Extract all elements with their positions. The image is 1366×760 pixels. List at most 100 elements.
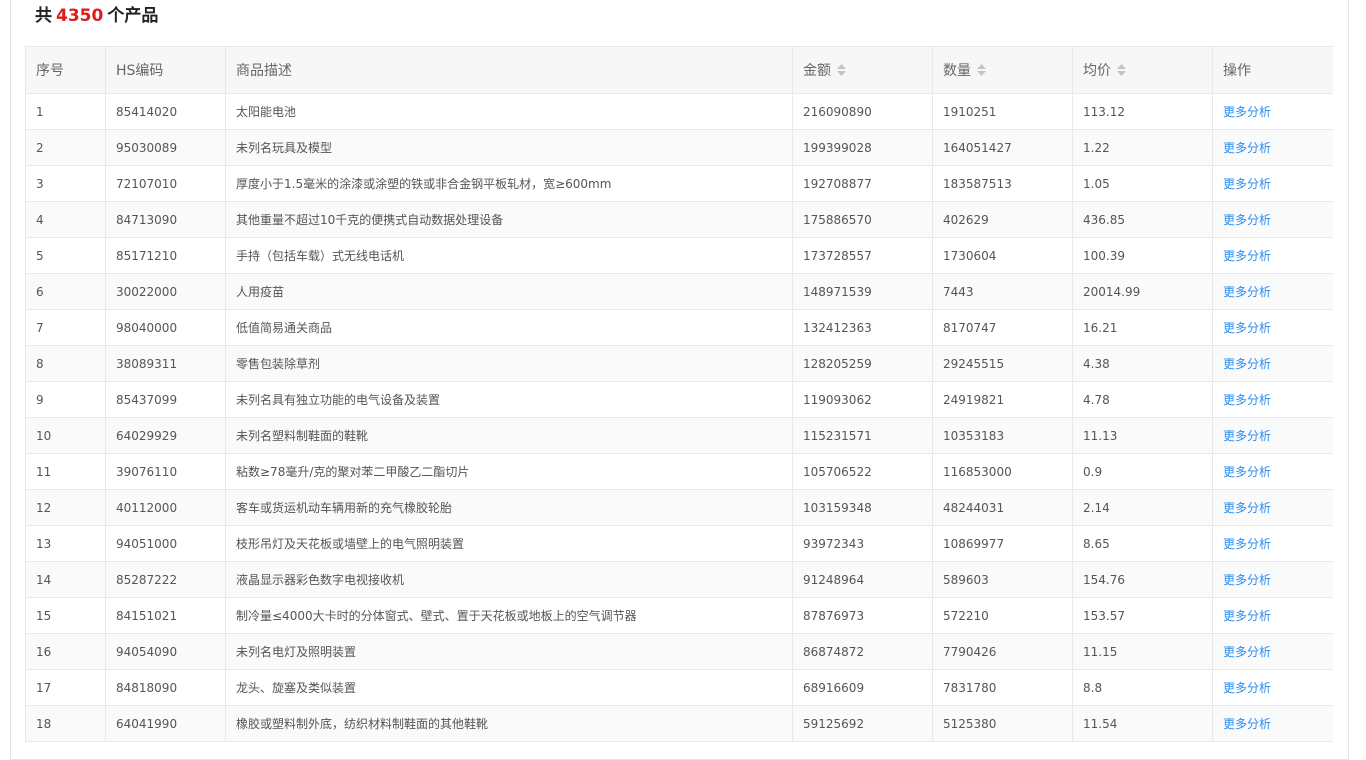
cell-index: 8 [25,345,106,382]
cell-amount: 173728557 [792,237,933,274]
cell-amount-text: 86874872 [803,644,865,659]
cell-amount-text: 87876973 [803,608,865,623]
more-analysis-link[interactable]: 更多分析 [1223,249,1271,263]
more-analysis-link[interactable]: 更多分析 [1223,285,1271,299]
cell-action: 更多分析 [1212,597,1333,634]
more-analysis-link[interactable]: 更多分析 [1223,321,1271,335]
cell-hs-code-text: 85414020 [116,104,178,119]
more-analysis-link[interactable]: 更多分析 [1223,645,1271,659]
table-row: 7 98040000 低值简易通关商品 132412363 8170747 16.21 更多… [25,309,1333,346]
cell-index-text: 5 [36,248,44,263]
cell-quantity-text: 7831780 [943,680,997,695]
more-analysis-link[interactable]: 更多分析 [1223,141,1271,155]
table-header: 序号 HS编码 商品描述 金额 数量 均价 操作 [25,46,1333,94]
cell-amount-text: 128205259 [803,356,872,371]
col-header-avg-price[interactable]: 均价 [1072,46,1213,94]
cell-index: 13 [25,525,106,562]
cell-description: 厚度小于1.5毫米的涂漆或涂塑的铁或非合金钢平板轧材，宽≥600mm [225,165,793,202]
more-analysis-link[interactable]: 更多分析 [1223,213,1271,227]
cell-index-text: 8 [36,356,44,371]
cell-hs-code-text: 98040000 [116,320,178,335]
cell-index: 9 [25,381,106,418]
more-analysis-link[interactable]: 更多分析 [1223,501,1271,515]
cell-avg-price: 113.12 [1072,93,1213,130]
more-analysis-link[interactable]: 更多分析 [1223,573,1271,587]
cell-index-text: 15 [36,608,52,623]
col-header-hs-code: HS编码 [105,46,226,94]
cell-amount: 115231571 [792,417,933,454]
cell-quantity: 7831780 [932,669,1073,706]
cell-quantity: 572210 [932,597,1073,634]
cell-amount-text: 93972343 [803,536,865,551]
cell-description-text: 粘数≥78毫升/克的聚对苯二甲酸乙二酯切片 [236,465,470,479]
more-analysis-link[interactable]: 更多分析 [1223,609,1271,623]
sort-caret-icon[interactable] [977,64,986,76]
more-analysis-link[interactable]: 更多分析 [1223,429,1271,443]
cell-hs-code: 95030089 [105,129,226,166]
cell-quantity-text: 10353183 [943,428,1005,443]
cell-description-text: 低值简易通关商品 [236,321,333,335]
cell-amount: 175886570 [792,201,933,238]
more-analysis-link[interactable]: 更多分析 [1223,393,1271,407]
cell-hs-code: 85414020 [105,93,226,130]
cell-action: 更多分析 [1212,489,1333,526]
cell-index-text: 18 [36,716,52,731]
cell-hs-code-text: 72107010 [116,176,178,191]
cell-hs-code: 84818090 [105,669,226,706]
cell-quantity-text: 183587513 [943,176,1012,191]
more-analysis-link[interactable]: 更多分析 [1223,681,1271,695]
col-header-quantity[interactable]: 数量 [932,46,1073,94]
cell-index: 5 [25,237,106,274]
cell-amount: 87876973 [792,597,933,634]
more-analysis-link[interactable]: 更多分析 [1223,537,1271,551]
cell-avg-price-text: 436.85 [1083,212,1125,227]
cell-hs-code: 94054090 [105,633,226,670]
cell-index-text: 4 [36,212,44,227]
cell-index: 4 [25,201,106,238]
cell-quantity: 1730604 [932,237,1073,274]
cell-avg-price-text: 153.57 [1083,608,1125,623]
col-header-action-label: 操作 [1223,63,1251,79]
cell-description: 龙头、旋塞及类似装置 [225,669,793,706]
cell-index-text: 11 [36,464,52,479]
cell-action: 更多分析 [1212,237,1333,274]
cell-description: 未列名塑料制鞋面的鞋靴 [225,417,793,454]
cell-amount-text: 115231571 [803,428,872,443]
cell-action: 更多分析 [1212,561,1333,598]
table-row: 3 72107010 厚度小于1.5毫米的涂漆或涂塑的铁或非合金钢平板轧材，宽≥60… [25,165,1333,202]
cell-index: 7 [25,309,106,346]
more-analysis-link[interactable]: 更多分析 [1223,717,1271,731]
cell-quantity-text: 8170747 [943,320,997,335]
cell-avg-price-text: 154.76 [1083,572,1125,587]
more-analysis-link[interactable]: 更多分析 [1223,105,1271,119]
cell-description: 其他重量不超过10千克的便携式自动数据处理设备 [225,201,793,238]
cell-description: 制冷量≤4000大卡时的分体窗式、壁式、置于天花板或地板上的空气调节器 [225,597,793,634]
cell-avg-price-text: 11.15 [1083,644,1118,659]
cell-index: 10 [25,417,106,454]
cell-quantity-text: 7790426 [943,644,997,659]
cell-avg-price-text: 2.14 [1083,500,1110,515]
sort-caret-icon[interactable] [837,64,846,76]
col-header-amount[interactable]: 金额 [792,46,933,94]
cell-amount: 216090890 [792,93,933,130]
cell-quantity-text: 5125380 [943,716,997,731]
cell-index: 6 [25,273,106,310]
cell-amount: 103159348 [792,489,933,526]
cell-amount: 128205259 [792,345,933,382]
cell-hs-code: 98040000 [105,309,226,346]
cell-hs-code: 40112000 [105,489,226,526]
cell-quantity: 589603 [932,561,1073,598]
more-analysis-link[interactable]: 更多分析 [1223,465,1271,479]
cell-amount-text: 175886570 [803,212,872,227]
more-analysis-link[interactable]: 更多分析 [1223,357,1271,371]
cell-index: 3 [25,165,106,202]
cell-action: 更多分析 [1212,453,1333,490]
cell-index: 15 [25,597,106,634]
cell-hs-code-text: 39076110 [116,464,178,479]
cell-action: 更多分析 [1212,417,1333,454]
cell-quantity: 5125380 [932,705,1073,742]
cell-hs-code-text: 40112000 [116,500,178,515]
sort-caret-icon[interactable] [1117,64,1126,76]
cell-description: 低值简易通关商品 [225,309,793,346]
more-analysis-link[interactable]: 更多分析 [1223,177,1271,191]
